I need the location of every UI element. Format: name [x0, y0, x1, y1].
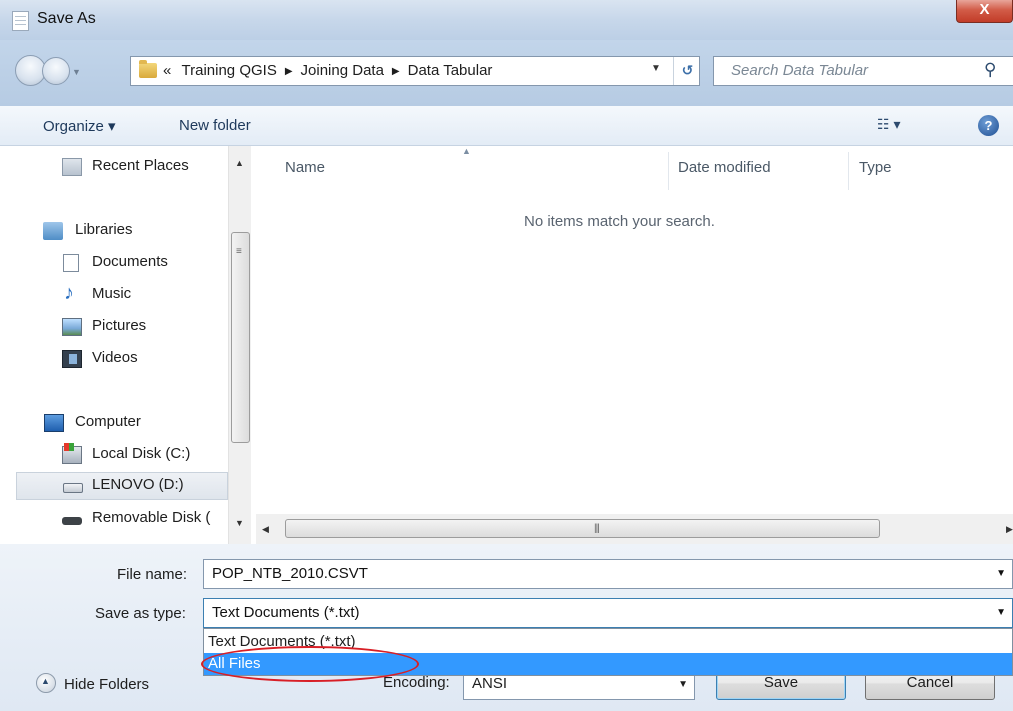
sidebar-item-documents[interactable]: Documents	[0, 250, 228, 278]
videos-icon	[62, 350, 82, 368]
hide-folders-icon[interactable]	[36, 673, 56, 693]
computer-icon	[44, 414, 64, 432]
encoding-value: ANSI	[472, 675, 508, 692]
sidebar-item-computer[interactable]: Computer	[0, 410, 228, 438]
save-as-type-select[interactable]: Text Documents (*.txt) ▼	[203, 598, 1013, 628]
sidebar-item-partial[interactable]	[0, 530, 228, 544]
documents-icon	[63, 254, 79, 272]
breadcrumb-training-qgis[interactable]: Training QGIS	[182, 62, 277, 79]
sidebar-item-pictures[interactable]: Pictures	[0, 314, 228, 342]
scrollbar-thumb[interactable]	[231, 232, 250, 443]
file-list[interactable]: ▲ Name Date modified Type No items match…	[256, 146, 1013, 514]
libraries-icon	[43, 222, 63, 240]
sidebar-item-label: Libraries	[75, 221, 133, 238]
window-title: Save As	[37, 10, 96, 27]
sidebar-item-label: Recent Places	[92, 157, 189, 174]
change-view-icon[interactable]: ☷ ▾	[877, 116, 900, 133]
local-disk-icon	[62, 443, 82, 464]
file-name-value: POP_NTB_2010.CSVT	[212, 565, 368, 582]
file-name-label: File name:	[117, 566, 188, 583]
scroll-up-icon[interactable]: ▲	[235, 158, 244, 168]
navigation-pane: Recent Places Libraries Documents Music …	[0, 146, 255, 544]
sidebar-item-videos[interactable]: Videos	[0, 346, 228, 374]
column-divider[interactable]	[668, 152, 669, 190]
grip-icon: ≡	[236, 246, 242, 257]
close-button[interactable]: X	[956, 0, 1013, 23]
sidebar-item-label: Music	[92, 285, 132, 302]
file-name-field[interactable]: POP_NTB_2010.CSVT ▼	[203, 559, 1013, 589]
address-dropdown-icon[interactable]: ▼	[651, 63, 661, 74]
sidebar-item-local-disk[interactable]: Local Disk (C:)	[0, 442, 228, 470]
breadcrumb: « Training QGIS ▶ Joining Data ▶ Data Tabula…	[163, 62, 492, 79]
column-header-date-modified[interactable]: Date modified	[678, 159, 771, 176]
sidebar-item-label: Documents	[92, 253, 168, 270]
recent-places-icon	[62, 158, 82, 176]
breadcrumb-overflow[interactable]: «	[163, 62, 171, 79]
sidebar-item-label: Computer	[75, 413, 141, 430]
breadcrumb-data-tabular[interactable]: Data Tabular	[408, 62, 493, 79]
breadcrumb-arrow-icon[interactable]: ▶	[285, 66, 293, 77]
recent-pages-chevron-icon[interactable]: ▼	[72, 67, 81, 77]
save-as-type-options: Text Documents (*.txt) All Files	[203, 628, 1013, 676]
navigation-bar: ▼ « Training QGIS ▶ Joining Data ▶ Data Tabu…	[0, 40, 1013, 106]
search-input[interactable]: Search Data Tabular ⚲	[713, 56, 1013, 86]
scrollbar-thumb[interactable]	[285, 519, 880, 538]
save-as-type-dropdown-icon[interactable]: ▼	[996, 607, 1006, 618]
refresh-icon[interactable]: ↺	[673, 57, 701, 85]
sidebar-item-label: Pictures	[92, 317, 147, 334]
title-bar: Save As X	[0, 0, 1013, 40]
empty-message: No items match your search.	[524, 213, 715, 230]
organize-menu[interactable]: Organize ▾	[43, 117, 116, 135]
column-divider[interactable]	[848, 152, 849, 190]
column-header-name[interactable]: Name	[285, 159, 325, 176]
music-icon	[62, 282, 82, 305]
breadcrumb-arrow-icon[interactable]: ▶	[392, 66, 400, 77]
encoding-label: Encoding:	[383, 674, 450, 691]
save-as-type-value: Text Documents (*.txt)	[212, 604, 360, 621]
sidebar-item-label: Videos	[92, 349, 138, 366]
scroll-left-icon[interactable]: ◀	[262, 524, 269, 535]
scroll-down-icon[interactable]: ▼	[235, 518, 244, 528]
drive-icon	[63, 483, 83, 493]
search-icon[interactable]: ⚲	[984, 60, 996, 80]
sidebar-item-label: Local Disk (C:)	[92, 445, 191, 462]
address-bar[interactable]: « Training QGIS ▶ Joining Data ▶ Data Tabula…	[130, 56, 700, 86]
save-as-type-label: Save as type:	[95, 605, 186, 622]
option-all-files[interactable]: All Files	[204, 653, 1012, 675]
grip-icon: |||	[594, 523, 600, 534]
encoding-dropdown-icon[interactable]: ▼	[678, 679, 688, 690]
pictures-icon	[62, 318, 82, 336]
sidebar-item-music[interactable]: Music	[0, 282, 228, 310]
sidebar-item-label: LENOVO (D:)	[92, 476, 184, 493]
folder-icon	[139, 60, 157, 78]
option-text-documents[interactable]: Text Documents (*.txt)	[204, 631, 1012, 653]
sidebar-item-label: Removable Disk (	[92, 509, 211, 526]
sidebar-item-libraries[interactable]: Libraries	[0, 218, 228, 246]
removable-disk-icon	[62, 517, 82, 525]
hide-folders-button[interactable]: Hide Folders	[64, 676, 149, 693]
sidebar-item-lenovo[interactable]: LENOVO (D:)	[16, 472, 228, 500]
file-list-scrollbar[interactable]: ◀ ||| ▶	[256, 514, 1013, 544]
notepad-icon	[12, 11, 29, 31]
forward-button[interactable]	[42, 57, 70, 85]
breadcrumb-joining-data[interactable]: Joining Data	[301, 62, 384, 79]
search-placeholder: Search Data Tabular	[731, 62, 869, 79]
navigation-pane-scrollbar[interactable]: ▲ ≡ ▼	[228, 146, 251, 544]
column-header-type[interactable]: Type	[859, 159, 892, 176]
help-icon[interactable]: ?	[978, 115, 999, 136]
sort-ascending-icon: ▲	[462, 146, 471, 156]
new-folder-button[interactable]: New folder	[179, 117, 251, 134]
command-toolbar: Organize ▾ New folder ☷ ▾ ?	[0, 106, 1013, 146]
file-name-dropdown-icon[interactable]: ▼	[996, 568, 1006, 579]
sidebar-item-recent-places[interactable]: Recent Places	[0, 154, 228, 182]
scroll-right-icon[interactable]: ▶	[1006, 524, 1013, 535]
